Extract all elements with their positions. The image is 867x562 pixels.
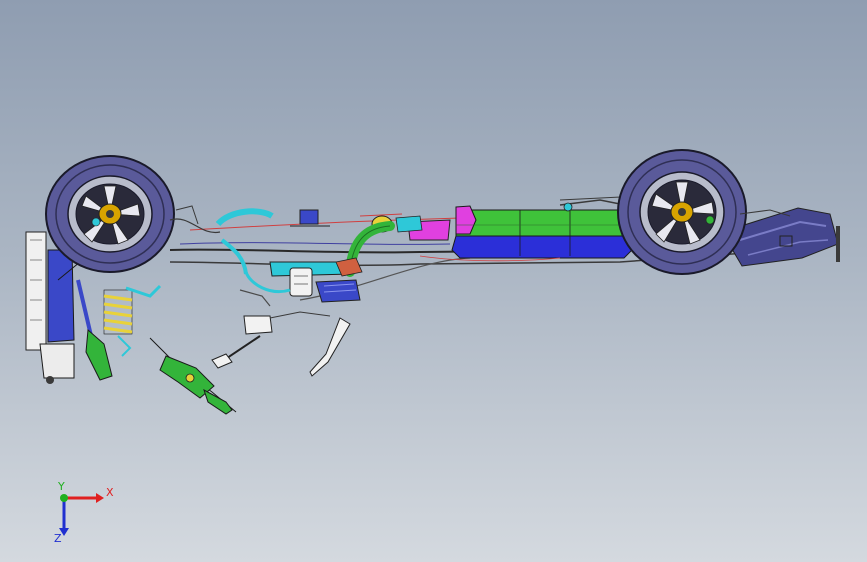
axis-triad: X Y Z (54, 482, 114, 544)
y-axis-dot (60, 494, 68, 502)
x-axis-arrowhead (96, 493, 104, 503)
x-axis-label: X (106, 486, 114, 499)
cad-viewport[interactable]: X Y Z (0, 0, 867, 562)
chassis-model[interactable] (0, 0, 867, 562)
y-axis-label: Y (57, 482, 65, 493)
central-components (244, 209, 363, 303)
z-axis-label: Z (54, 532, 62, 544)
fuel-tank (451, 199, 633, 259)
front-wheel (45, 155, 175, 273)
coil-spring (103, 289, 133, 335)
steering-column (149, 337, 237, 415)
pedal-assembly (211, 311, 351, 377)
rear-wheel (617, 149, 747, 275)
